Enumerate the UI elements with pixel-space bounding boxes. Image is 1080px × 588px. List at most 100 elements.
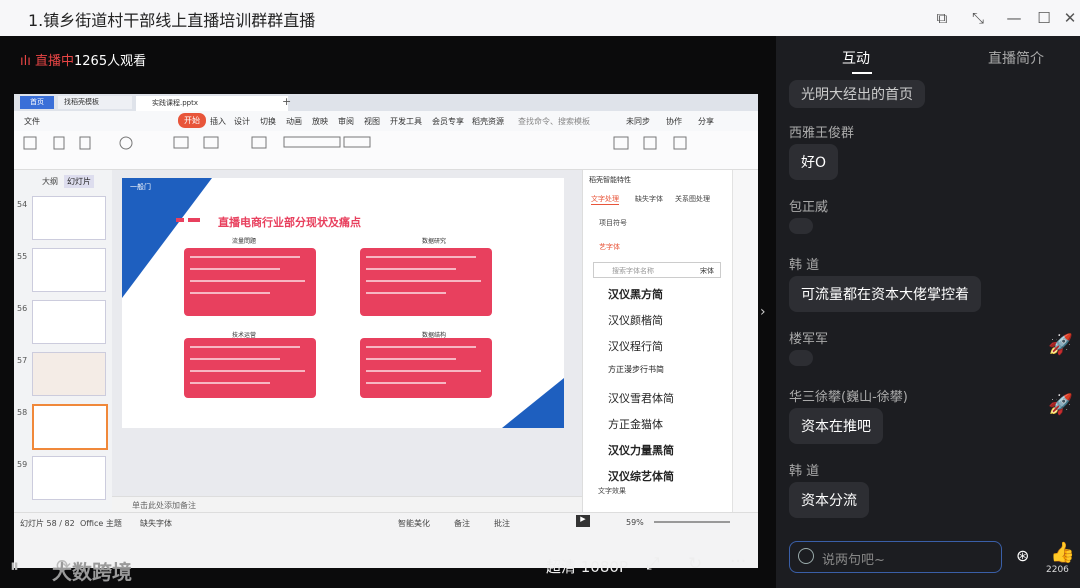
player-controls: ⏸ ⟳ 大数跨境 超清 1080P ⤢ ↻ ··· (0, 546, 776, 588)
minimize-button[interactable]: — (1002, 6, 1026, 30)
panel-tab-fonts[interactable]: 缺失字体 (635, 194, 663, 204)
ppt-menu: 文件 开始 插入 设计 切换 动画 放映 审阅 视图 开发工具 会员专享 稻壳资… (14, 111, 758, 132)
menu-review[interactable]: 审阅 (338, 116, 354, 127)
menu-resources[interactable]: 稻壳资源 (472, 116, 504, 127)
panel-tab-text[interactable]: 文字处理 (591, 194, 619, 205)
slide-thumb[interactable] (32, 196, 106, 240)
ppt-right-toolbar[interactable] (732, 170, 758, 556)
more-icon[interactable]: ··· (730, 552, 746, 572)
chat-username: 西雅王俊群 (789, 126, 855, 141)
thumb-number: 59 (17, 460, 28, 469)
menu-insert[interactable]: 插入 (210, 116, 226, 127)
slide-thumbnails: 大纲 幻灯片 54 55 56 57 58 59 + (14, 170, 113, 556)
ppt-right-panel: 稻壳智能特性 文字处理 缺失字体 关系图处理 项目符号 艺字体 搜索字体名称 宋… (582, 170, 733, 556)
current-slide[interactable]: 一般门 直播电商行业部分现状及痛点 流量問題 数据研究 技术运营 数据结构 (122, 178, 564, 428)
slide-thumb[interactable] (32, 248, 106, 292)
menu-member[interactable]: 会员专享 (432, 116, 464, 127)
thumb-number: 55 (17, 252, 28, 261)
chat-input[interactable]: 说两句吧~ (789, 541, 1002, 573)
window-title: 1.镇乡街道村干部线上直播培训群群直播 (28, 11, 316, 30)
share-icon[interactable]: ⊛ (1016, 546, 1036, 566)
panel-tab-diagram[interactable]: 关系图处理 (675, 194, 710, 204)
menu-switch[interactable]: 切换 (260, 116, 276, 127)
play-slideshow-icon[interactable]: ▶ (576, 515, 590, 527)
live-icon: ılı (20, 54, 31, 69)
font-sample[interactable]: 汉仪雪君体简 (608, 390, 674, 406)
like-count: 2206 (1046, 565, 1069, 575)
menu-search[interactable]: 查找命令、搜索模板 (518, 116, 590, 127)
ppt-tab-home[interactable]: 首页 (20, 96, 54, 109)
ppt-ribbon (14, 131, 758, 170)
font-sample[interactable]: 方正金猫体 (608, 416, 663, 432)
ppt-tab-template[interactable]: 找稻壳模板 (58, 96, 132, 109)
collapse-chevron-icon[interactable]: › (760, 304, 766, 320)
zoom-slider[interactable] (654, 521, 730, 523)
chat-bubble: 光明大经出的首页 (789, 80, 925, 108)
shrink-icon[interactable]: ⤡ (966, 6, 990, 30)
status-beautify[interactable]: 智能美化 (398, 518, 430, 529)
menu-sync[interactable]: 未同步 (626, 116, 650, 127)
menu-view[interactable]: 视图 (364, 116, 380, 127)
slide-thumb[interactable] (32, 300, 106, 344)
fullscreen-icon[interactable]: ⤢ (646, 554, 660, 574)
chat-bubble-emoji (789, 350, 813, 366)
slide-thumb[interactable] (32, 456, 106, 500)
card-title: 数据研究 (422, 238, 447, 245)
font-sample[interactable]: 汉仪颜楷简 (608, 312, 663, 328)
chat-bubble: 资本在推吧 (789, 408, 883, 444)
slide-thumb-selected[interactable] (32, 404, 108, 450)
thumb-number: 54 (17, 200, 28, 209)
tab-outline[interactable]: 大纲 (42, 176, 58, 187)
menu-dev[interactable]: 开发工具 (390, 116, 422, 127)
chat-bubble: 好O (789, 144, 839, 180)
status-comments[interactable]: 批注 (494, 518, 510, 529)
ribbon-icons[interactable] (14, 131, 758, 169)
slide-card (184, 248, 316, 316)
status-slide: 幻灯片 58 / 82 (20, 519, 75, 528)
video-player[interactable]: ılı 直播中1265人观看 首页 找稻壳模板 实践课程.pptx + 文件 开… (0, 36, 776, 588)
menu-file[interactable]: 文件 (24, 116, 40, 127)
font-sample[interactable]: 汉仪程行简 (608, 338, 663, 354)
notes-placeholder: 单击此处添加备注 (132, 501, 196, 510)
chat-username: 楼军军 (789, 332, 829, 347)
font-sample[interactable]: 汉仪力量黑简 (608, 442, 674, 458)
maximize-button[interactable]: ☐ (1032, 6, 1056, 30)
tab-slides[interactable]: 幻灯片 (64, 175, 94, 188)
emoji-icon[interactable] (798, 548, 814, 564)
quality-selector[interactable]: 超清 1080P (546, 556, 628, 577)
slide-title: 直播电商行业部分现状及痛点 (218, 216, 361, 229)
like-icon[interactable]: 👍 (1050, 540, 1075, 564)
notes-bar[interactable]: 单击此处添加备注 (112, 496, 582, 513)
live-label: 直播中 (34, 54, 74, 69)
menu-animation[interactable]: 动画 (286, 116, 302, 127)
play-icon[interactable]: ⏸ (10, 556, 19, 577)
slide-card (360, 338, 492, 398)
font-sample[interactable]: 汉仪综艺体简 (608, 468, 674, 484)
panel-text-effect[interactable]: 文字效果 (598, 486, 626, 496)
status-notes[interactable]: 备注 (454, 518, 470, 529)
menu-share[interactable]: 分享 (698, 116, 714, 127)
menu-collab[interactable]: 协作 (666, 116, 682, 127)
ppt-tab-file[interactable]: 实践课程.pptx (136, 96, 288, 111)
panel-item-bullets[interactable]: 项目符号 (599, 218, 627, 228)
close-button[interactable]: ✕ (1058, 6, 1080, 30)
picture-in-picture-icon[interactable]: ⧉ (930, 6, 954, 30)
panel-item-art[interactable]: 艺字体 (599, 242, 620, 252)
chat-bubble: 可流量都在资本大佬掌控着 (789, 276, 981, 312)
rotate-icon[interactable]: ↻ (688, 554, 702, 574)
live-status: ılı 直播中1265人观看 (20, 50, 146, 69)
tab-interact[interactable]: 互动 (842, 48, 872, 74)
new-tab-icon[interactable]: + (282, 95, 291, 108)
slide-thumb[interactable] (32, 352, 106, 396)
status-zoom: 59% (626, 518, 644, 527)
rocket-icon: 🚀 (1048, 392, 1073, 416)
menu-design[interactable]: 设计 (234, 116, 250, 127)
tab-intro[interactable]: 直播简介 (988, 48, 1044, 68)
status-missing-font[interactable]: 缺失字体 (140, 518, 172, 529)
font-search-input[interactable]: 搜索字体名称 宋体 (593, 262, 721, 278)
font-sample[interactable]: 汉仪黑方简 (608, 286, 663, 302)
font-sample[interactable]: 方正漫步行书简 (608, 364, 664, 375)
chat-sidebar: 互动 直播简介 光明大经出的首页 西雅王俊群 好O 包正威 韩 道 可流量都在资… (776, 36, 1080, 588)
menu-start[interactable]: 开始 (178, 113, 206, 128)
menu-show[interactable]: 放映 (312, 116, 328, 127)
